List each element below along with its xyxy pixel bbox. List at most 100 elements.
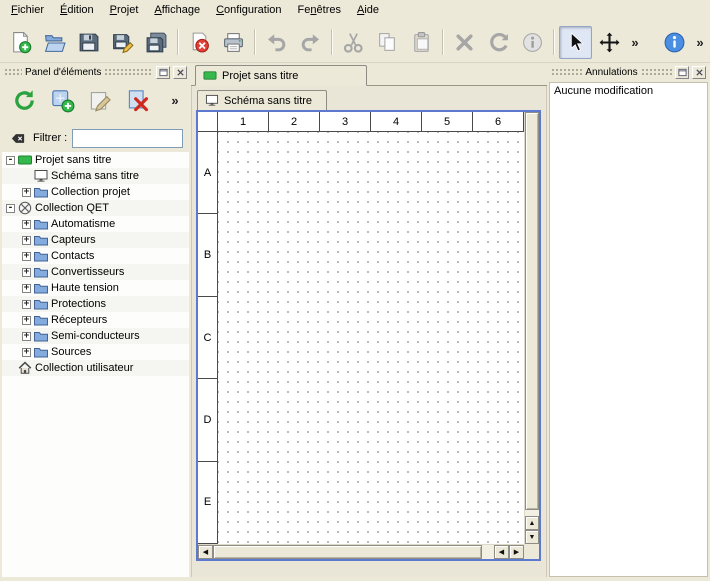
- redo-button[interactable]: [294, 26, 327, 59]
- tab-project[interactable]: Projet sans titre: [195, 65, 367, 86]
- menu-fichier[interactable]: Fichier: [3, 0, 52, 22]
- menu-projet[interactable]: Projet: [102, 0, 147, 22]
- undo-panel-titlebar[interactable]: Annulations: [549, 64, 708, 80]
- folder-icon: [34, 281, 48, 295]
- vertical-scrollbar-thumb[interactable]: [525, 112, 539, 510]
- elements-panel-titlebar[interactable]: Panel d'éléments: [2, 64, 189, 80]
- float-panel-button[interactable]: [156, 66, 170, 79]
- paste-button[interactable]: [405, 26, 438, 59]
- menu-edition[interactable]: Édition: [52, 0, 102, 22]
- ruler-row-a: A: [198, 132, 217, 214]
- tree-item-recepteurs[interactable]: +Récepteurs: [2, 312, 189, 328]
- tree-item-convertisseurs[interactable]: +Convertisseurs: [2, 264, 189, 280]
- expand-toggle[interactable]: +: [22, 316, 31, 325]
- schema-grid[interactable]: [218, 132, 524, 544]
- dock-grip: [641, 68, 672, 76]
- collapse-toggle[interactable]: -: [6, 156, 15, 165]
- undo-list-item[interactable]: Aucune modification: [550, 83, 707, 99]
- tree-item-collection-projet[interactable]: +Collection projet: [2, 184, 189, 200]
- close-file-button[interactable]: [183, 26, 216, 59]
- ruler-column-4: 4: [371, 112, 422, 131]
- scroll-up-button[interactable]: ▲: [525, 516, 539, 530]
- expand-toggle[interactable]: +: [22, 236, 31, 245]
- project-icon: [203, 69, 217, 82]
- tree-item-haute-tension[interactable]: + Haute tension: [2, 280, 189, 296]
- save-all-button[interactable]: [140, 26, 173, 59]
- expand-toggle[interactable]: +: [22, 300, 31, 309]
- menu-configuration[interactable]: Configuration: [208, 0, 289, 22]
- open-file-button[interactable]: [38, 26, 71, 59]
- tree-item-contacts[interactable]: +Contacts: [2, 248, 189, 264]
- elements-tree: -Projet sans titreSchéma sans titre+Coll…: [2, 152, 189, 577]
- elements-panel-title: Panel d'éléments: [25, 67, 101, 78]
- horizontal-scrollbar-thumb[interactable]: [213, 545, 482, 559]
- expand-toggle[interactable]: +: [22, 220, 31, 229]
- select-mode-button[interactable]: [559, 26, 592, 59]
- scroll-left-button[interactable]: ◀: [198, 545, 213, 559]
- expand-toggle[interactable]: +: [22, 252, 31, 261]
- print-button[interactable]: [217, 26, 250, 59]
- edit-element-button[interactable]: [84, 84, 116, 116]
- schema-canvas[interactable]: 123456 ABCDE: [198, 112, 524, 544]
- undo-button[interactable]: [260, 26, 293, 59]
- vertical-scrollbar[interactable]: ▲ ▼: [524, 112, 539, 544]
- tree-item-capteurs[interactable]: +Capteurs: [2, 232, 189, 248]
- tree-item-label: Schéma sans titre: [51, 170, 139, 182]
- new-document-button[interactable]: [4, 26, 37, 59]
- expand-toggle[interactable]: +: [22, 268, 31, 277]
- tree-item-projet-sans-titre[interactable]: -Projet sans titre: [2, 152, 189, 168]
- save-button[interactable]: [72, 26, 105, 59]
- expand-toggle[interactable]: +: [22, 284, 31, 293]
- rotate-button[interactable]: [482, 26, 515, 59]
- tree-item-schema-sans-titre[interactable]: Schéma sans titre: [2, 168, 189, 184]
- expand-toggle[interactable]: +: [22, 348, 31, 357]
- undo-panel-title: Annulations: [585, 67, 637, 78]
- copy-button[interactable]: [371, 26, 404, 59]
- delete-button[interactable]: [448, 26, 481, 59]
- tree-item-label: Protections: [51, 298, 106, 310]
- element-info-button[interactable]: [516, 26, 549, 59]
- toolbar-overflow-button[interactable]: »: [627, 26, 643, 59]
- tree-item-label: Collection QET: [35, 202, 109, 214]
- tab-schema[interactable]: Schéma sans titre: [197, 90, 327, 111]
- clear-filter-button[interactable]: [8, 130, 28, 147]
- menu-fenetres[interactable]: Fenêtres: [290, 0, 349, 22]
- save-as-button[interactable]: [106, 26, 139, 59]
- ruler-row-c: C: [198, 297, 217, 379]
- tree-item-collection-utilisateur[interactable]: Collection utilisateur: [2, 360, 189, 376]
- close-icon: [176, 68, 185, 77]
- tree-item-automatisme[interactable]: +Automatisme: [2, 216, 189, 232]
- panel-overflow-button[interactable]: »: [167, 84, 183, 116]
- close-panel-button[interactable]: [173, 66, 187, 79]
- help-overflow-button[interactable]: »: [692, 26, 708, 59]
- filter-input[interactable]: [72, 129, 183, 148]
- float-undo-button[interactable]: [675, 66, 689, 79]
- scroll-right-button[interactable]: ▶: [509, 545, 524, 559]
- project-tabbar: Projet sans titre: [191, 64, 547, 86]
- scroll-down-button[interactable]: ▼: [525, 530, 539, 544]
- cut-button[interactable]: [337, 26, 370, 59]
- folder-icon: [34, 329, 48, 343]
- expand-toggle[interactable]: +: [22, 332, 31, 341]
- menu-aide[interactable]: Aide: [349, 0, 387, 22]
- delete-element-button[interactable]: [122, 84, 154, 116]
- tree-item-sources[interactable]: +Sources: [2, 344, 189, 360]
- new-element-button[interactable]: [46, 84, 78, 116]
- tree-item-collection-qet[interactable]: - Collection QET: [2, 200, 189, 216]
- reload-collections-button[interactable]: [8, 84, 40, 116]
- expander-spacer: [22, 172, 31, 181]
- about-button[interactable]: [658, 26, 691, 59]
- scroll-left-button-2[interactable]: ◀: [494, 545, 509, 559]
- collapse-toggle[interactable]: -: [6, 204, 15, 213]
- tree-item-label: Haute tension: [51, 282, 119, 294]
- pan-mode-button[interactable]: [593, 26, 626, 59]
- horizontal-scrollbar[interactable]: ◀ ◀ ▶: [198, 544, 524, 559]
- ruler-column-3: 3: [320, 112, 371, 131]
- close-undo-button[interactable]: [692, 66, 706, 79]
- menu-affichage[interactable]: Affichage: [146, 0, 208, 22]
- tree-item-protections[interactable]: + Protections: [2, 296, 189, 312]
- expander-spacer: [6, 364, 15, 373]
- tree-item-semi-conducteurs[interactable]: +Semi-conducteurs: [2, 328, 189, 344]
- expand-toggle[interactable]: +: [22, 188, 31, 197]
- filter-row: Filtrer :: [2, 127, 189, 149]
